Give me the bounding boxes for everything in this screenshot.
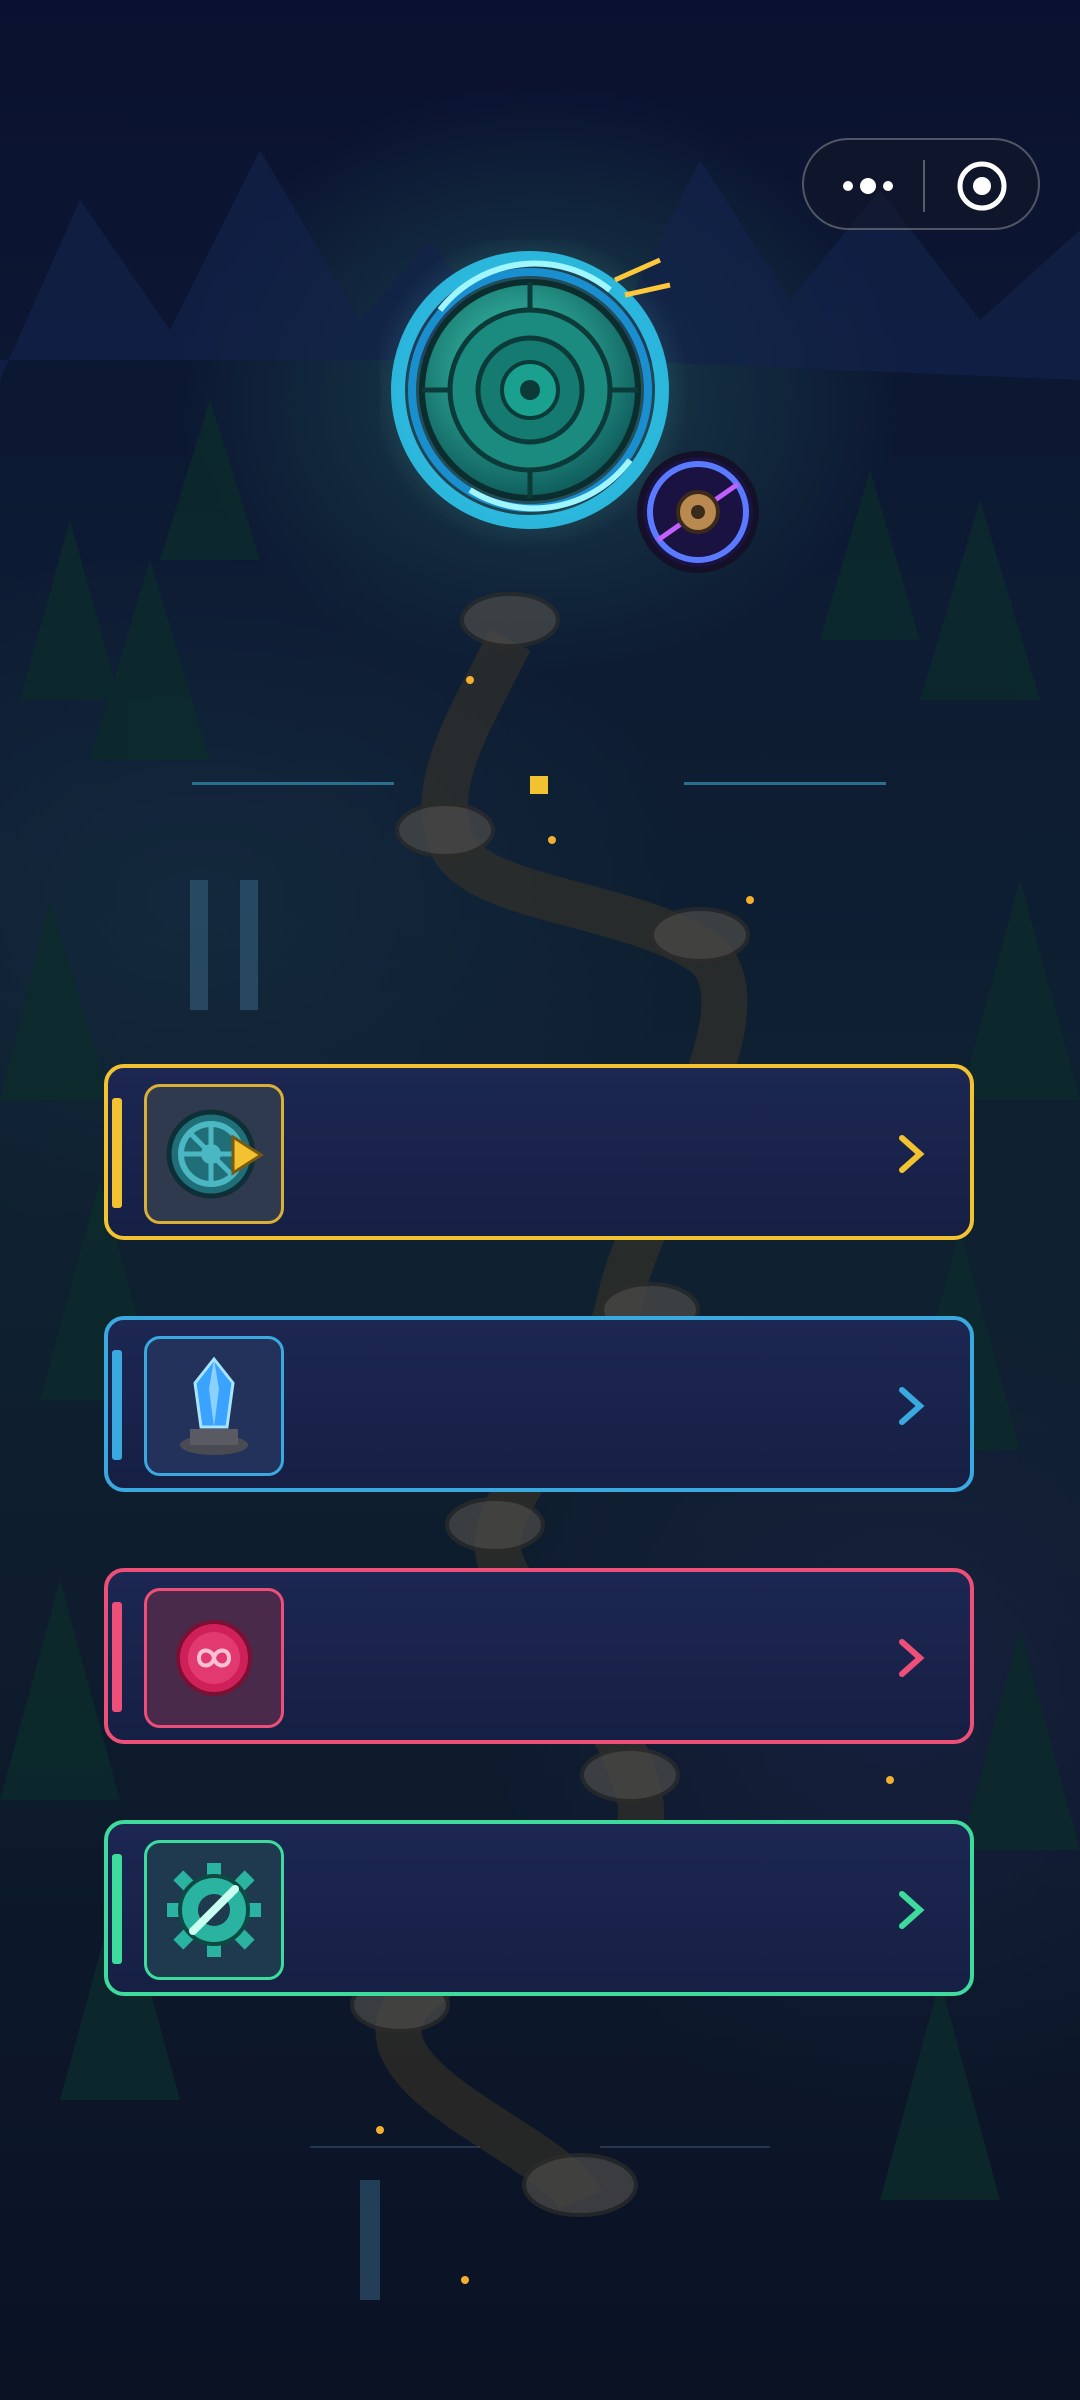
divider-line-right [684,782,886,785]
infinity-orb-icon [144,1588,284,1728]
menu-card-1[interactable] [104,1064,974,1240]
chevron-right-icon [894,1130,930,1178]
card-accent-stripe [112,1602,122,1712]
card-accent-stripe [112,1854,122,1964]
mini-program-capsule [802,138,1040,230]
wheel-play-icon [144,1084,284,1224]
capsule-separator [923,160,925,212]
menu-card-2[interactable] [104,1316,974,1492]
menu-card-4[interactable] [104,1820,974,1996]
chevron-right-icon [894,1382,930,1430]
chevron-right-icon [894,1634,930,1682]
card-accent-stripe [112,1098,122,1208]
bottom-divider-left [310,2146,480,2148]
menu-card-3[interactable] [104,1568,974,1744]
card-accent-stripe [112,1350,122,1460]
more-dots-icon[interactable] [838,168,898,204]
bottom-divider-right [600,2146,770,2148]
divider-line-left [192,782,394,785]
vault-portal-icon [370,230,780,580]
chevron-right-icon [894,1886,930,1934]
gear-wrench-icon [144,1840,284,1980]
target-close-icon[interactable] [954,158,1010,214]
crystal-pedestal-icon [144,1336,284,1476]
divider-dot [530,776,548,794]
